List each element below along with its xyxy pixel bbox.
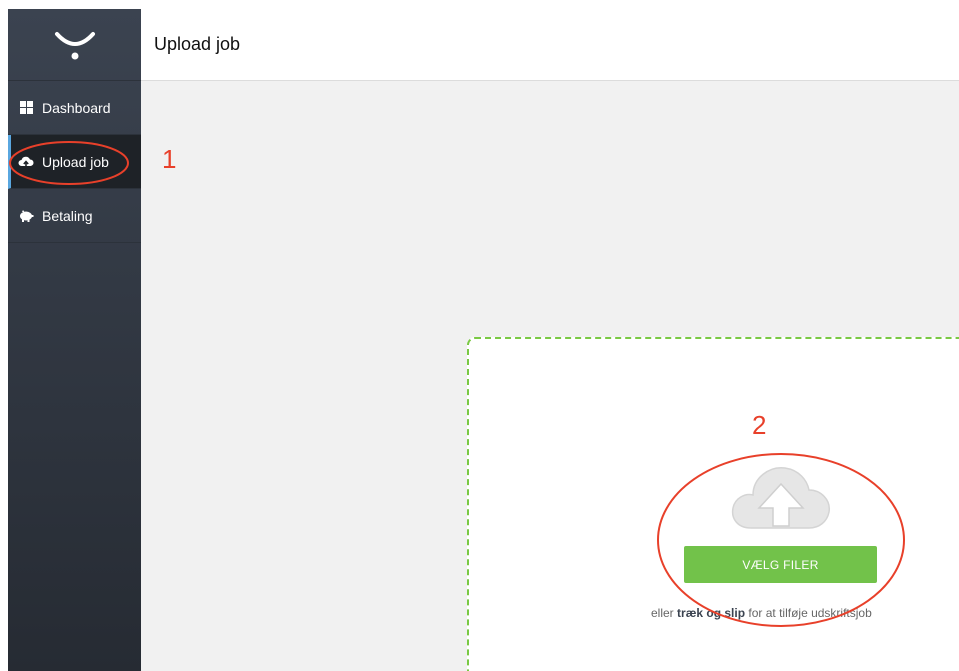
sidebar-item-label: Betaling <box>42 207 93 224</box>
left-edge <box>0 9 8 671</box>
sidebar-item-dashboard[interactable]: Dashboard <box>8 81 141 135</box>
file-drop-zone[interactable]: VÆLG FILER eller træk og slip for at til… <box>467 337 959 671</box>
piggy-bank-icon <box>18 208 34 224</box>
smile-logo-icon <box>54 31 95 59</box>
sidebar-item-betaling[interactable]: Betaling <box>8 189 141 243</box>
logo[interactable] <box>8 9 141 81</box>
sidebar-item-label: Upload job <box>42 153 109 170</box>
sidebar-item-label: Dashboard <box>42 99 111 116</box>
page-title: Upload job <box>154 34 241 54</box>
hint-drag-drop-bold: træk og slip <box>677 606 746 620</box>
page-header: Upload job <box>141 9 959 81</box>
top-strip <box>0 0 959 9</box>
annotation-number-1: 1 <box>162 144 177 174</box>
hint-prefix: eller <box>651 606 674 620</box>
main-content: Upload job VÆLG FILER eller træk og slip… <box>141 9 959 671</box>
cloud-upload-icon <box>731 467 830 529</box>
grid-icon <box>18 100 34 116</box>
hint-suffix: for at tilføje udskriftsjob <box>748 606 872 620</box>
annotation-number-2: 2 <box>752 410 767 440</box>
sidebar-item-upload-job[interactable]: Upload job <box>8 135 141 189</box>
upload-cloud-icon <box>18 154 34 170</box>
choose-files-button[interactable]: VÆLG FILER <box>684 546 877 583</box>
sidebar: Dashboard Upload job Betaling <box>8 9 141 671</box>
drag-drop-hint: eller træk og slip for at tilføje udskri… <box>651 606 911 620</box>
